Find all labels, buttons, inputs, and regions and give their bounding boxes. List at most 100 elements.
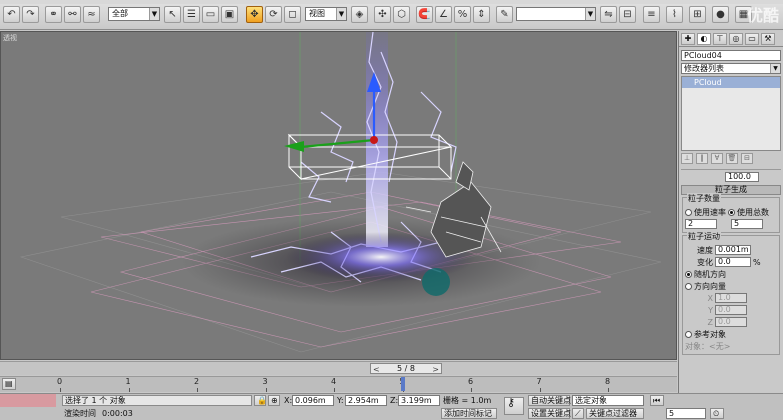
vector-x-input[interactable]: 1.0	[715, 293, 747, 303]
track-tick	[608, 388, 609, 392]
track-tick	[334, 388, 335, 392]
key-icon[interactable]: ⚷	[504, 397, 524, 415]
key-mode-dropdown[interactable]: 选定对象	[572, 395, 644, 406]
track-tick	[128, 388, 130, 392]
variation-input[interactable]: 0.0	[715, 257, 751, 267]
absolute-mode-icon[interactable]: ⊕	[268, 395, 280, 406]
schematic-view-icon[interactable]: ⊞	[689, 6, 706, 23]
material-editor-icon[interactable]: ●	[712, 6, 729, 23]
current-frame-key[interactable]	[400, 377, 405, 391]
align-icon[interactable]: ⊟	[619, 6, 636, 23]
tab-create[interactable]: ✚	[681, 33, 695, 45]
vector-y-input[interactable]: 0.0	[715, 305, 747, 315]
reference-object-label: 参考对象	[694, 329, 726, 339]
main-toolbar: ↶ ↷ ⚭ ⚯ ≈ 全部 ▼ ↖ ☰ ▭ ▣ ✥ ⟳ ◻ 视图 ▼ ◈ ✣ ⬡ …	[0, 0, 783, 30]
select-and-rotate-icon[interactable]: ⟳	[265, 6, 282, 23]
z-coordinate-input[interactable]: 3.199m	[398, 395, 440, 406]
time-config-icon[interactable]: ⏲	[710, 408, 724, 419]
tab-display[interactable]: ▭	[745, 33, 759, 45]
redo-icon[interactable]: ↷	[22, 6, 39, 23]
track-tick-label: 7	[536, 377, 542, 386]
auto-key-button[interactable]: 自动关键点	[528, 395, 571, 406]
prior-spinner[interactable]: 100.0	[725, 172, 759, 182]
prev-frame-button[interactable]: <	[373, 365, 380, 374]
maxscript-listener[interactable]	[0, 394, 56, 407]
panel-scroll-area[interactable]: 100.0	[681, 169, 781, 183]
vector-z-label: Z	[707, 317, 713, 327]
perspective-viewport[interactable]: 透视	[0, 31, 677, 360]
gizmo-y-arrow	[284, 141, 304, 152]
direction-vector-radio[interactable]	[685, 282, 692, 290]
pin-stack-icon[interactable]: ⊥	[681, 153, 693, 164]
track-tick-label: 1	[125, 377, 131, 386]
track-tick	[471, 388, 472, 392]
window-crossing-icon[interactable]: ▣	[221, 6, 238, 23]
snap-toggle-icon[interactable]: 🧲	[416, 6, 433, 23]
time-slider-thumb[interactable]: < 5 / 8 >	[370, 363, 442, 374]
tab-motion[interactable]: ◎	[729, 33, 743, 45]
spinner-snap-icon[interactable]: ⇕	[473, 6, 490, 23]
named-selection-dropdown[interactable]: ▼	[516, 7, 596, 21]
time-slider-position: 5 / 8	[397, 364, 415, 373]
speed-input[interactable]: 0.001m	[715, 245, 751, 255]
tab-modify[interactable]: ◐	[697, 33, 711, 45]
select-manipulate-icon[interactable]: ✣	[374, 6, 391, 23]
track-tick-label: 3	[262, 377, 268, 386]
gizmo-center	[370, 136, 378, 144]
time-slider[interactable]: < 5 / 8 >	[0, 361, 677, 375]
selection-filter-dropdown[interactable]: 全部 ▼	[108, 7, 160, 21]
remove-modifier-icon[interactable]: 🗑	[726, 153, 738, 164]
select-by-name-icon[interactable]: ☰	[183, 6, 200, 23]
use-total-radio[interactable]	[728, 208, 735, 216]
vector-z-input[interactable]: 0.0	[715, 317, 747, 327]
next-frame-button[interactable]: >	[432, 365, 439, 374]
set-key-button[interactable]: 设置关键点	[528, 408, 571, 419]
select-and-move-icon[interactable]: ✥	[246, 6, 263, 23]
reference-object-radio[interactable]	[685, 330, 692, 338]
tab-hierarchy[interactable]: ⊤	[713, 33, 727, 45]
layer-manager-icon[interactable]: ≡	[643, 6, 660, 23]
reference-coord-dropdown[interactable]: 视图 ▼	[305, 7, 347, 21]
mini-curve-editor-icon[interactable]: ▤	[2, 378, 16, 390]
rectangle-selection-icon[interactable]: ▭	[202, 6, 219, 23]
object-name-field[interactable]: PCloud04	[681, 50, 781, 61]
vector-x-label: X	[707, 293, 713, 303]
select-and-scale-icon[interactable]: ◻	[284, 6, 301, 23]
lock-selection-icon[interactable]: 🔒	[254, 395, 267, 406]
mirror-icon[interactable]: ⇋	[600, 6, 617, 23]
undo-icon[interactable]: ↶	[3, 6, 20, 23]
bind-space-warp-icon[interactable]: ≈	[83, 6, 100, 23]
particle-quantity-group: 粒子数量 使用速率 使用总数 2 5	[682, 193, 780, 233]
select-link-icon[interactable]: ⚭	[45, 6, 62, 23]
x-coordinate-input[interactable]: 0.096m	[292, 395, 334, 406]
key-filters-button[interactable]: 关键点过滤器	[586, 408, 644, 419]
add-time-tag-button[interactable]: 添加时间标记	[441, 408, 497, 419]
current-frame-input[interactable]: 5	[666, 408, 706, 419]
curve-editor-icon[interactable]: ⌇	[666, 6, 683, 23]
percent-snap-icon[interactable]: %	[454, 6, 471, 23]
stack-item-pcloud[interactable]: PCloud	[682, 77, 780, 88]
pivot-center-icon[interactable]: ◈	[351, 6, 368, 23]
named-selection-edit-icon[interactable]: ✎	[496, 6, 513, 23]
z-label: Z:	[390, 396, 399, 405]
show-end-result-icon[interactable]: ‖	[696, 153, 708, 164]
random-direction-radio[interactable]	[685, 270, 692, 278]
rate-input[interactable]: 2	[685, 219, 717, 229]
select-object-icon[interactable]: ↖	[164, 6, 181, 23]
track-bar[interactable]: ▤ 012345678	[0, 376, 677, 392]
go-to-start-icon[interactable]: ⏮	[650, 395, 664, 406]
grid-size: 栅格 = 1.0m	[443, 396, 492, 405]
make-unique-icon[interactable]: ∀	[711, 153, 723, 164]
tab-utilities[interactable]: ⚒	[761, 33, 775, 45]
set-key-icon[interactable]: ⟋	[572, 408, 584, 419]
unlink-icon[interactable]: ⚯	[64, 6, 81, 23]
angle-snap-icon[interactable]: ∠	[435, 6, 452, 23]
use-rate-radio[interactable]	[685, 208, 692, 216]
selection-filter-value: 全部	[112, 9, 128, 18]
configure-sets-icon[interactable]: ⊟	[741, 153, 753, 164]
modifier-stack[interactable]: PCloud	[681, 76, 781, 151]
total-input[interactable]: 5	[731, 219, 763, 229]
y-coordinate-input[interactable]: 2.954m	[345, 395, 387, 406]
modifier-list-dropdown[interactable]: 修改器列表 ▼	[681, 63, 781, 74]
keyboard-shortcut-icon[interactable]: ⬡	[393, 6, 410, 23]
